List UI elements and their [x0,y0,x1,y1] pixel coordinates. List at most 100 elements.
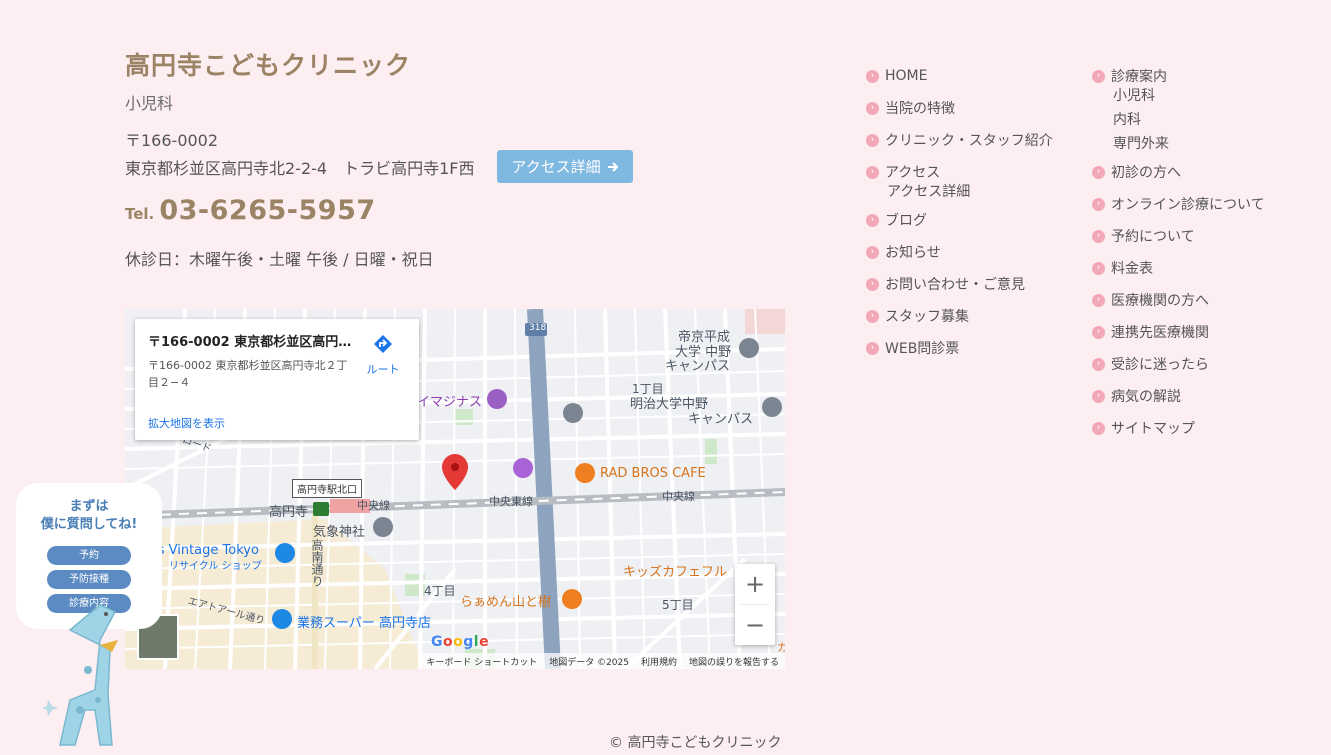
nav-item[interactable]: › 病気の解説 [1092,380,1265,412]
nav-item-label: 病気の解説 [1111,389,1181,405]
nav-sub-item[interactable]: 内科 [1092,108,1265,132]
nav-item[interactable]: › 料金表 [1092,252,1265,284]
chat-reserve-button[interactable]: 予約 [47,546,131,565]
chevron-right-icon: › [866,101,879,115]
larger-map-link[interactable]: 拡大地図を表示 [148,415,225,431]
nav-item-label: お問い合わせ・ご意見 [885,277,1025,293]
map-label-kisho-jinja: 気象神社 [313,525,366,540]
tel-label: Tel. [125,205,155,223]
chevron-right-icon: › [866,69,879,83]
nav-item[interactable]: › お知らせ [866,236,1053,268]
chat-vaccine-button[interactable]: 予防接種 [47,570,131,589]
clinic-subtitle: 小児科 [125,94,174,113]
nav-item[interactable]: › クリニック・スタッフ紹介 [866,124,1053,156]
nav-item[interactable]: › スタッフ募集 [866,300,1053,332]
chevron-right-icon: › [1092,261,1105,275]
google-logo: Google [431,634,490,650]
map-info-title: 〒166-0002 東京都杉並区高円... [148,335,353,350]
chevron-right-icon: › [866,277,879,291]
chat-line-2: 僕に質問してね! [40,517,138,532]
chevron-right-icon: › [866,309,879,323]
postal-code: 〒166-0002 [125,131,219,150]
chevron-right-icon: › [1092,165,1105,179]
copyright: © 高円寺こどもクリニック [609,735,782,751]
chevron-right-icon: › [866,213,879,227]
nav-column-1: › HOME › 当院の特徴 › クリニック・スタッフ紹介 › アクセス アクセス詳細 › ブログ ›… [866,60,1053,364]
map-info-card: 〒166-0002 東京都杉並区高円... 〒166-0002 東京都杉並区高円… [135,319,419,440]
access-detail-button[interactable]: アクセス詳細 [497,150,633,183]
nav-item[interactable]: › 医療機関の方へ [1092,284,1265,316]
map-label-chome4: 4丁目 [424,584,456,598]
arrow-right-icon [607,161,619,172]
nav-item-label: HOME [885,68,928,84]
nav-column-2: › 診療案内 小児科 内科 専門外来 › 初診の方へ › オンライン診療について › 予約について ›… [1092,60,1265,444]
nav-item-label: オンライン診療について [1111,197,1265,213]
nav-item[interactable]: › 連携先医療機関 [1092,316,1265,348]
nav-item-label: 初診の方へ [1111,165,1181,181]
map-info-address: 〒166-0002 東京都杉並区高円寺北２丁目２−４ [148,359,348,389]
nav-item-label: お知らせ [885,245,941,261]
chevron-right-icon: › [1092,389,1105,403]
clinic-name[interactable]: 高円寺こどもクリニック [125,46,411,82]
nav-sub-item[interactable]: 専門外来 [1092,132,1265,156]
chevron-right-icon: › [1092,293,1105,307]
nav-item-label: ブログ [885,213,927,229]
map-label-chome5: 5丁目 [662,598,694,612]
giraffe-mascot-icon[interactable] [40,600,150,750]
map-footer: キーボード ショートカット 地図データ ©2025 利用規約 地図の誤りを報告す… [420,653,785,669]
chevron-right-icon: › [1092,69,1105,83]
map-label-route-318: 318 [529,323,547,333]
map-zoom-control: + − [735,564,775,645]
closed-days: 休診日：木曜午後・土曜 午後 / 日曜・祝日 [125,250,434,269]
map-label-station: 高円寺駅北口 [292,479,362,498]
chevron-right-icon: › [1092,357,1105,371]
map-label-konan-dori: 高南通り [310,539,324,587]
nav-item-label: クリニック・スタッフ紹介 [885,133,1053,149]
map-label-koenji: 高円寺 [269,505,309,520]
nav-item-label: 予約について [1111,229,1195,245]
nav-item-label: 連携先医療機関 [1111,325,1209,341]
nav-item-label: WEB問診票 [885,341,960,357]
brand: 高円寺こどもクリニック 小児科 [125,46,411,114]
nav-item[interactable]: › ブログ [866,204,1053,236]
zoom-in-button[interactable]: + [735,564,775,604]
report-error-link[interactable]: 地図の誤りを報告する [689,655,779,668]
nav-item-label: 診療案内 [1111,69,1167,85]
chat-line-1: まずは [69,499,109,514]
nav-item[interactable]: › 受診に迷ったら [1092,348,1265,380]
keyboard-shortcuts-link[interactable]: キーボード ショートカット [426,655,537,668]
chat-greeting: まずは 僕に質問してね! [16,498,162,534]
chevron-right-icon: › [1092,197,1105,211]
nav-item-label: 受診に迷ったら [1111,357,1209,373]
chevron-right-icon: › [1092,421,1105,435]
nav-sub-item[interactable]: 小児科 [1092,84,1265,108]
zoom-out-button[interactable]: − [735,605,775,645]
telephone[interactable]: Tel. 03-6265-5957 [125,195,376,226]
nav-item-label: 医療機関の方へ [1111,293,1209,309]
chevron-right-icon: › [866,133,879,147]
google-map[interactable]: 帝京平成 大学 中野 キャンパス 明治大学中野 キャンパス 1丁目 イマジナス … [125,309,785,669]
tel-number: 03-6265-5957 [159,195,376,226]
nav-item[interactable]: › お問い合わせ・ご意見 [866,268,1053,300]
map-data-text: 地図データ ©2025 [549,657,629,668]
access-detail-label: アクセス詳細 [511,158,601,176]
nav-item[interactable]: › HOME [866,60,1053,92]
terms-link[interactable]: 利用規約 [641,655,677,668]
route-label: ルート [366,363,400,376]
nav-item-label: スタッフ募集 [885,309,969,325]
map-label-recycle: リサイクル ショップ [169,561,262,572]
nav-sub-item[interactable]: アクセス詳細 [866,180,1053,204]
nav-item-label: 料金表 [1111,261,1153,277]
nav-item[interactable]: › 予約について [1092,220,1265,252]
nav-item[interactable]: › 当院の特徴 [866,92,1053,124]
address: 東京都杉並区高円寺北2-2-4 トラビ高円寺1F西 [125,159,475,178]
chevron-right-icon: › [1092,229,1105,243]
map-label-meiji-campus: キャンパス [688,412,754,427]
map-label-chuo-line-3: 中央線 [357,499,390,512]
nav-item[interactable]: › 初診の方へ [1092,156,1265,188]
map-label-gyomu: 業務スーパー 高円寺店 [297,616,432,631]
route-button[interactable]: ルート [361,333,405,377]
nav-item[interactable]: › WEB問診票 [866,332,1053,364]
nav-item[interactable]: › オンライン診療について [1092,188,1265,220]
nav-item[interactable]: › サイトマップ [1092,412,1265,444]
